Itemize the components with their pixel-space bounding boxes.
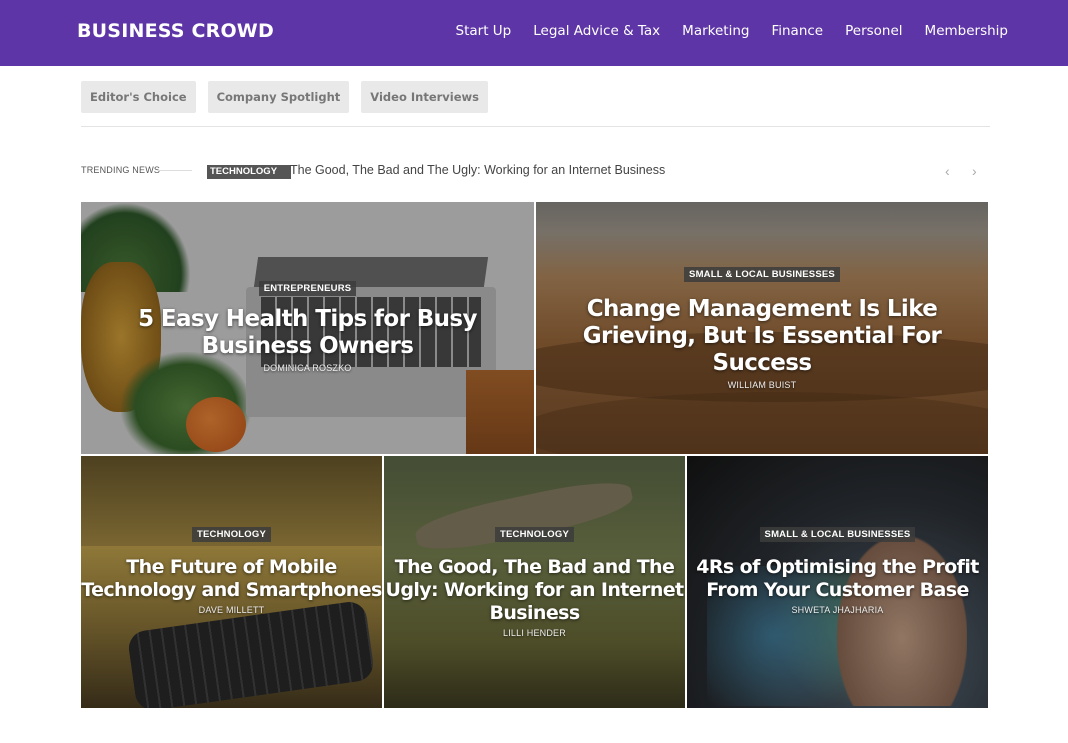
trending-divider: [158, 170, 192, 171]
card-author[interactable]: SHWETA JHAJHARIA: [687, 605, 988, 615]
tab-company-spotlight[interactable]: Company Spotlight: [207, 81, 350, 113]
nav-item-legal-advice-tax[interactable]: Legal Advice & Tax: [533, 23, 660, 39]
nav-item-marketing[interactable]: Marketing: [682, 23, 749, 39]
card-author[interactable]: DAVE MILLETT: [81, 605, 382, 615]
card-content: SMALL & LOCAL BUSINESSES Change Manageme…: [536, 264, 988, 390]
category-badge[interactable]: SMALL & LOCAL BUSINESSES: [759, 527, 916, 542]
category-badge[interactable]: TECHNOLOGY: [494, 527, 575, 542]
card-title[interactable]: Change Management Is Like Grieving, But …: [536, 296, 988, 377]
trending-category-badge[interactable]: TECHNOLOGY: [207, 165, 291, 179]
chevron-left-icon[interactable]: ‹: [945, 163, 950, 179]
section-divider: [81, 126, 990, 127]
category-badge[interactable]: SMALL & LOCAL BUSINESSES: [684, 267, 840, 282]
featured-card-health-tips[interactable]: ENTREPRENEURS 5 Easy Health Tips for Bus…: [81, 202, 534, 454]
category-badge[interactable]: TECHNOLOGY: [191, 527, 272, 542]
category-tabs: Editor's Choice Company Spotlight Video …: [81, 81, 488, 113]
card-content: SMALL & LOCAL BUSINESSES 4Rs of Optimisi…: [687, 524, 988, 615]
nav-item-finance[interactable]: Finance: [771, 23, 823, 39]
trending-label: TRENDING NEWS: [81, 165, 161, 175]
tab-video-interviews[interactable]: Video Interviews: [361, 81, 488, 113]
nav-item-start-up[interactable]: Start Up: [456, 23, 512, 39]
card-content: ENTREPRENEURS 5 Easy Health Tips for Bus…: [81, 278, 534, 373]
nav-item-membership[interactable]: Membership: [925, 23, 1008, 39]
trending-headline[interactable]: The Good, The Bad and The Ugly: Working …: [290, 163, 665, 177]
main-nav: Start Up Legal Advice & Tax Marketing Fi…: [456, 23, 1008, 39]
featured-card-mobile-technology[interactable]: TECHNOLOGY The Future of Mobile Technolo…: [81, 456, 382, 708]
chevron-right-icon[interactable]: ›: [972, 163, 977, 179]
card-content: TECHNOLOGY The Future of Mobile Technolo…: [81, 524, 382, 615]
card-title[interactable]: The Future of Mobile Technology and Smar…: [81, 556, 382, 602]
tab-editors-choice[interactable]: Editor's Choice: [81, 81, 196, 113]
card-title[interactable]: 4Rs of Optimising the Profit From Your C…: [687, 556, 988, 602]
card-title[interactable]: The Good, The Bad and The Ugly: Working …: [384, 556, 685, 625]
card-content: TECHNOLOGY The Good, The Bad and The Ugl…: [384, 524, 685, 638]
featured-card-internet-business[interactable]: TECHNOLOGY The Good, The Bad and The Ugl…: [384, 456, 685, 708]
nav-item-personel[interactable]: Personel: [845, 23, 902, 39]
featured-card-customer-base[interactable]: SMALL & LOCAL BUSINESSES 4Rs of Optimisi…: [687, 456, 988, 708]
card-author[interactable]: WILLIAM BUIST: [536, 380, 988, 390]
site-header: BUSINESS CROWD Start Up Legal Advice & T…: [0, 0, 1068, 66]
site-logo[interactable]: BUSINESS CROWD: [77, 20, 274, 42]
card-title[interactable]: 5 Easy Health Tips for Busy Business Own…: [81, 306, 534, 360]
card-author[interactable]: LILLI HENDER: [384, 628, 685, 638]
featured-card-change-management[interactable]: SMALL & LOCAL BUSINESSES Change Manageme…: [536, 202, 988, 454]
category-badge[interactable]: ENTREPRENEURS: [258, 281, 357, 296]
card-author[interactable]: DOMINICA ROSZKO: [81, 363, 534, 373]
